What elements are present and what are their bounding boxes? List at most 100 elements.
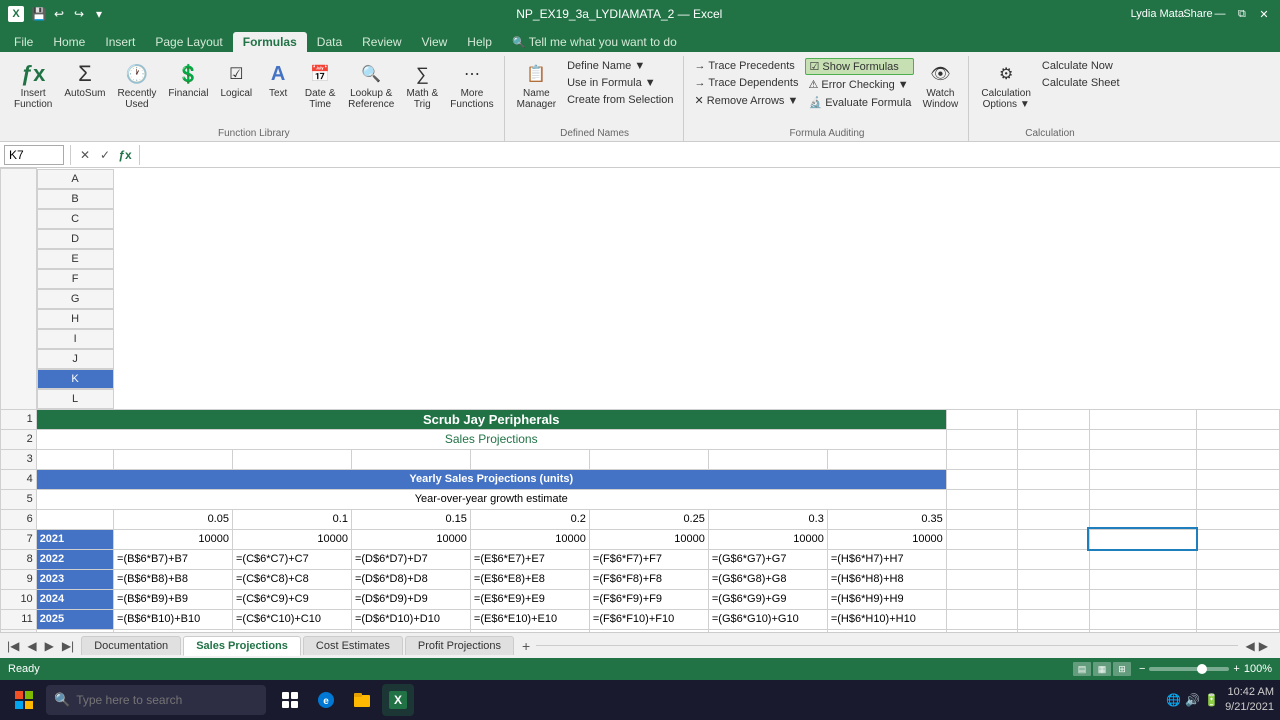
cell-i2[interactable] [946, 429, 1017, 449]
sheet-tab-cost-estimates[interactable]: Cost Estimates [303, 636, 403, 655]
cell-i5[interactable] [946, 489, 1017, 509]
col-header-j[interactable]: J [37, 349, 114, 369]
use-in-formula-button[interactable]: Use in Formula ▼ [564, 75, 676, 91]
page-layout-view-button[interactable]: ▦ [1093, 662, 1111, 676]
cell-g7[interactable]: 10000 [708, 529, 827, 549]
tab-tell-me[interactable]: 🔍 Tell me what you want to do [502, 32, 687, 52]
cell-j11[interactable] [1018, 609, 1089, 629]
error-checking-button[interactable]: ⚠ Error Checking ▼ [805, 76, 914, 93]
cell-i10[interactable] [946, 589, 1017, 609]
col-header-e[interactable]: E [37, 249, 114, 269]
cell-c11[interactable]: =(C$6*C10)+C10 [232, 609, 351, 629]
cell-k5[interactable] [1089, 489, 1196, 509]
cell-k7[interactable] [1089, 529, 1196, 549]
tab-home[interactable]: Home [43, 32, 95, 52]
tab-page-layout[interactable]: Page Layout [145, 32, 232, 52]
file-explorer-button[interactable] [346, 684, 378, 716]
cell-l2[interactable] [1196, 429, 1279, 449]
cell-a5[interactable]: Year-over-year growth estimate [36, 489, 946, 509]
cell-j10[interactable] [1018, 589, 1089, 609]
cell-a8[interactable]: 2022 [36, 549, 113, 569]
cell-h10[interactable]: =(H$6*H9)+H9 [827, 589, 946, 609]
sheet-nav-prev-button[interactable]: ◀ [24, 638, 39, 654]
taskbar-search-input[interactable] [76, 693, 236, 707]
col-header-f[interactable]: F [37, 269, 114, 289]
recently-used-button[interactable]: 🕐 RecentlyUsed [114, 58, 161, 112]
calculation-options-button[interactable]: ⚙ CalculationOptions ▼ [977, 58, 1034, 112]
date-time-button[interactable]: 📅 Date &Time [300, 58, 340, 112]
financial-button[interactable]: 💲 Financial [164, 58, 212, 101]
cell-f11[interactable]: =(F$6*F10)+F10 [589, 609, 708, 629]
cell-l3[interactable] [1196, 449, 1279, 469]
clock[interactable]: 10:42 AM 9/21/2021 [1225, 685, 1274, 716]
cell-f6[interactable]: 0.25 [589, 509, 708, 529]
tab-formulas[interactable]: Formulas [233, 32, 307, 52]
col-header-l[interactable]: L [37, 389, 114, 409]
col-header-a[interactable]: A [37, 169, 114, 189]
watch-window-button[interactable]: 👁 WatchWindow [918, 58, 962, 112]
logical-button[interactable]: ☑ Logical [216, 58, 256, 101]
cell-c9[interactable]: =(C$6*C8)+C8 [232, 569, 351, 589]
insert-function-formula-icon[interactable]: ƒx [117, 148, 133, 162]
cell-e10[interactable]: =(E$6*E9)+E9 [470, 589, 589, 609]
cell-j7[interactable] [1018, 529, 1089, 549]
col-header-h[interactable]: H [37, 309, 114, 329]
sheet-tab-profit-projections[interactable]: Profit Projections [405, 636, 514, 655]
cell-k2[interactable] [1089, 429, 1196, 449]
calculate-now-button[interactable]: Calculate Now [1039, 58, 1123, 74]
cell-h9[interactable]: =(H$6*H8)+H8 [827, 569, 946, 589]
cell-d7[interactable]: 10000 [351, 529, 470, 549]
name-box[interactable] [4, 145, 64, 165]
tab-data[interactable]: Data [307, 32, 352, 52]
sheet-tab-sales-projections[interactable]: Sales Projections [183, 636, 301, 656]
cell-b6[interactable]: 0.05 [114, 509, 233, 529]
cell-j1[interactable] [1018, 409, 1089, 429]
cell-d8[interactable]: =(D$6*D7)+D7 [351, 549, 470, 569]
cell-l8[interactable] [1196, 549, 1279, 569]
sheet-scroll-left-icon[interactable]: ◀ [1246, 639, 1255, 653]
cell-b11[interactable]: =(B$6*B10)+B10 [114, 609, 233, 629]
name-manager-button[interactable]: 📋 NameManager [513, 58, 560, 112]
cell-k8[interactable] [1089, 549, 1196, 569]
cell-l9[interactable] [1196, 569, 1279, 589]
cell-g9[interactable]: =(G$6*G8)+G8 [708, 569, 827, 589]
cell-b3[interactable] [114, 449, 233, 469]
calculate-sheet-button[interactable]: Calculate Sheet [1039, 75, 1123, 91]
cell-i6[interactable] [946, 509, 1017, 529]
cell-e9[interactable]: =(E$6*E8)+E8 [470, 569, 589, 589]
cell-a4[interactable]: Yearly Sales Projections (units) [36, 469, 946, 489]
zoom-out-button[interactable]: − [1139, 663, 1145, 675]
trace-precedents-button[interactable]: → Trace Precedents [692, 58, 802, 74]
cell-i4[interactable] [946, 469, 1017, 489]
customize-quick-access-button[interactable]: ▾ [90, 5, 108, 23]
remove-arrows-button[interactable]: ✕ Remove Arrows ▼ [692, 92, 802, 109]
cell-l4[interactable] [1196, 469, 1279, 489]
cell-k4[interactable] [1089, 469, 1196, 489]
cell-d3[interactable] [351, 449, 470, 469]
insert-function-button[interactable]: ƒx InsertFunction [10, 58, 56, 112]
cell-k9[interactable] [1089, 569, 1196, 589]
tab-file[interactable]: File [4, 32, 43, 52]
cell-j5[interactable] [1018, 489, 1089, 509]
cell-d6[interactable]: 0.15 [351, 509, 470, 529]
confirm-formula-icon[interactable]: ✓ [97, 148, 113, 162]
cell-l6[interactable] [1196, 509, 1279, 529]
cell-c7[interactable]: 10000 [232, 529, 351, 549]
cell-e6[interactable]: 0.2 [470, 509, 589, 529]
cell-l1[interactable] [1196, 409, 1279, 429]
cell-i3[interactable] [946, 449, 1017, 469]
grid-scroll-area[interactable]: A B C D E F G H I J K L 1 Scr [0, 168, 1280, 632]
tab-help[interactable]: Help [457, 32, 502, 52]
zoom-slider[interactable] [1149, 667, 1229, 671]
cell-g6[interactable]: 0.3 [708, 509, 827, 529]
cell-c10[interactable]: =(C$6*C9)+C9 [232, 589, 351, 609]
sheet-tab-documentation[interactable]: Documentation [81, 636, 181, 655]
cell-e3[interactable] [470, 449, 589, 469]
cell-b9[interactable]: =(B$6*B8)+B8 [114, 569, 233, 589]
cell-j2[interactable] [1018, 429, 1089, 449]
more-functions-button[interactable]: ⋯ MoreFunctions [446, 58, 497, 112]
cell-a2[interactable]: Sales Projections [36, 429, 946, 449]
cell-j3[interactable] [1018, 449, 1089, 469]
cell-i7[interactable] [946, 529, 1017, 549]
cell-g8[interactable]: =(G$6*G7)+G7 [708, 549, 827, 569]
